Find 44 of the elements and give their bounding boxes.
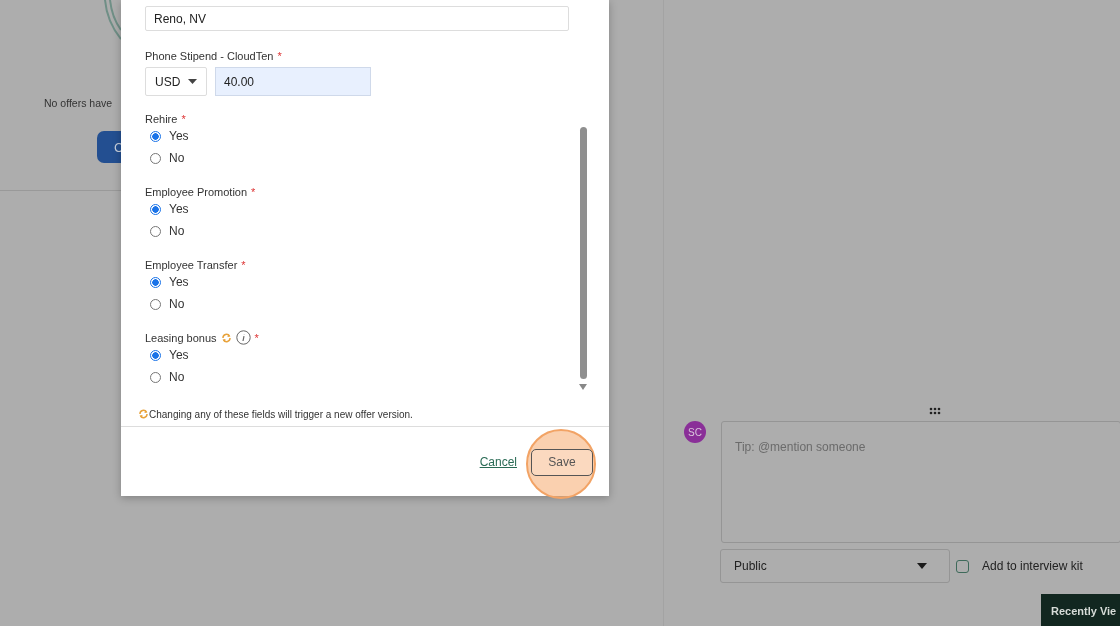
checkbox-label: Add to interview kit [982,559,1083,573]
sync-icon [138,409,149,419]
option-label: Yes [169,129,189,143]
interview-kit-checkbox[interactable] [956,559,969,573]
option-label: Yes [169,275,189,289]
recently-viewed-button[interactable]: Recently Vie [1041,594,1120,626]
question-label: Employee Transfer [145,258,238,271]
field-label: Phone Stipend - CloudTen [145,49,274,62]
radio-button[interactable] [150,349,161,361]
option-label: No [169,224,185,238]
empty-state-text: No offers have [44,97,113,109]
location-input-field[interactable]: Reno, NV [145,6,569,31]
scroll-down-icon[interactable] [579,384,587,390]
option-label: Yes [169,202,189,216]
question-label: Leasing bonus [145,331,217,344]
visibility-dropdown[interactable]: Public [720,549,950,583]
option-label: No [169,297,185,311]
amount-input-field[interactable]: 40.00 [215,67,371,96]
caret-icon [188,79,197,84]
option-label: No [169,370,185,384]
radio-button[interactable] [150,203,161,215]
cancel-link[interactable]: Cancel [479,455,517,469]
required-marker: * [251,185,256,198]
illustration-drawing [104,0,121,40]
question-label: Employee Promotion [145,185,248,198]
scrollbar[interactable] [580,127,587,379]
question-label: Rehire [145,112,178,125]
required-marker: * [241,258,246,271]
required-marker: * [277,49,282,62]
note-input-field[interactable]: Tip: @mention someone [721,421,1120,543]
option-label: No [169,151,185,165]
caret-icon [917,563,927,569]
footnote-text: Changing any of these fields will trigger a new offer version. [149,408,413,420]
info-icon[interactable] [235,330,251,345]
option-label: Yes [169,348,189,362]
save-button[interactable]: Save [531,448,593,476]
sync-icon [220,332,232,343]
drag-handle-icon [929,407,941,415]
required-marker: * [254,331,259,344]
radio-button[interactable] [150,130,161,142]
currency-dropdown[interactable]: USD [145,67,207,96]
radio-button[interactable] [150,276,161,288]
user-avatar: SC [684,421,706,443]
required-marker: * [181,112,186,125]
